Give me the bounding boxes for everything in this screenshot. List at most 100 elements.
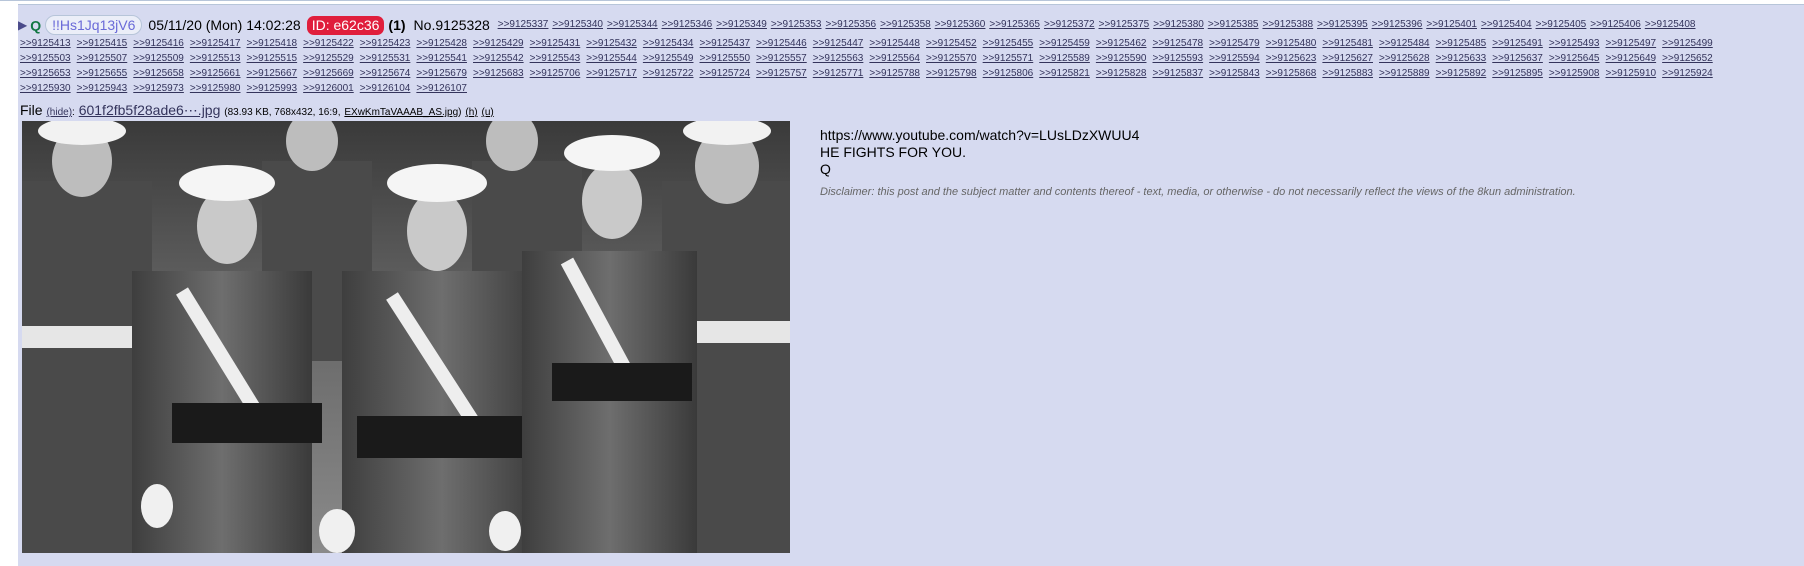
reply-link[interactable]: >>9125868 [1266, 68, 1317, 79]
reply-link[interactable]: >>9125515 [247, 53, 298, 64]
hide-file-link[interactable]: (hide) [46, 107, 72, 118]
reply-link[interactable]: >>9125557 [756, 53, 807, 64]
reply-link[interactable]: >>9125479 [1209, 38, 1260, 49]
reply-link[interactable]: >>9125594 [1209, 53, 1260, 64]
reply-link[interactable]: >>9125788 [869, 68, 920, 79]
reply-link[interactable]: >>9125980 [190, 83, 241, 94]
reply-link[interactable]: >>9125507 [77, 53, 128, 64]
reply-link[interactable]: >>9125485 [1436, 38, 1487, 49]
post-number-link[interactable]: No.9125328 [414, 17, 490, 33]
reply-link[interactable]: >>9125771 [813, 68, 864, 79]
reply-link[interactable]: >>9125353 [771, 19, 822, 30]
reply-link[interactable]: >>9125674 [360, 68, 411, 79]
reply-link[interactable]: >>9125798 [926, 68, 977, 79]
reply-link[interactable]: >>9125446 [756, 38, 807, 49]
reply-link[interactable]: >>9125484 [1379, 38, 1430, 49]
reply-link[interactable]: >>9125337 [498, 19, 549, 30]
reply-link[interactable]: >>9125653 [20, 68, 71, 79]
reply-link[interactable]: >>9125356 [825, 19, 876, 30]
post-image[interactable] [22, 121, 790, 553]
reply-link[interactable]: >>9125349 [716, 19, 767, 30]
reply-link[interactable]: >>9125497 [1606, 38, 1657, 49]
reply-link[interactable]: >>9125340 [552, 19, 603, 30]
reply-link[interactable]: >>9125806 [983, 68, 1034, 79]
reply-link[interactable]: >>9125422 [303, 38, 354, 49]
reply-link[interactable]: >>9125372 [1044, 19, 1095, 30]
reply-link[interactable]: >>9125462 [1096, 38, 1147, 49]
reply-link[interactable]: >>9125564 [869, 53, 920, 64]
reply-link[interactable]: >>9125405 [1536, 19, 1587, 30]
reply-link[interactable]: >>9125892 [1436, 68, 1487, 79]
reply-link[interactable]: >>9125895 [1492, 68, 1543, 79]
reply-link[interactable]: >>9125661 [190, 68, 241, 79]
reply-link[interactable]: >>9125380 [1153, 19, 1204, 30]
reply-link[interactable]: >>9125658 [133, 68, 184, 79]
reply-link[interactable]: >>9125418 [247, 38, 298, 49]
reply-link[interactable]: >>9125344 [607, 19, 658, 30]
reply-link[interactable]: >>9125429 [473, 38, 524, 49]
reply-link[interactable]: >>9125821 [1039, 68, 1090, 79]
reply-link[interactable]: >>9125428 [416, 38, 467, 49]
reply-link[interactable]: >>9125655 [77, 68, 128, 79]
reply-link[interactable]: >>9125388 [1262, 19, 1313, 30]
reply-link[interactable]: >>9125637 [1492, 53, 1543, 64]
reply-link[interactable]: >>9125649 [1606, 53, 1657, 64]
reply-link[interactable]: >>9125571 [983, 53, 1034, 64]
reply-link[interactable]: >>9125843 [1209, 68, 1260, 79]
reply-link[interactable]: >>9125503 [20, 53, 71, 64]
reply-link[interactable]: >>9125541 [416, 53, 467, 64]
reply-link[interactable]: >>9125509 [133, 53, 184, 64]
reply-link[interactable]: >>9125669 [303, 68, 354, 79]
reply-link[interactable]: >>9125529 [303, 53, 354, 64]
poster-id-badge[interactable]: ID: e62c36 [306, 15, 385, 35]
reply-link[interactable]: >>9125406 [1590, 19, 1641, 30]
reply-link[interactable]: >>9125570 [926, 53, 977, 64]
reply-link[interactable]: >>9125589 [1039, 53, 1090, 64]
reply-link[interactable]: >>9125432 [586, 38, 637, 49]
reply-link[interactable]: >>9125404 [1481, 19, 1532, 30]
reply-link[interactable]: >>9125415 [77, 38, 128, 49]
reply-link[interactable]: >>9125645 [1549, 53, 1600, 64]
reply-link[interactable]: >>9125431 [530, 38, 581, 49]
reply-link[interactable]: >>9125480 [1266, 38, 1317, 49]
reply-link[interactable]: >>9125652 [1662, 53, 1713, 64]
reply-link[interactable]: >>9126104 [360, 83, 411, 94]
reply-link[interactable]: >>9125455 [983, 38, 1034, 49]
reply-link[interactable]: >>9125360 [935, 19, 986, 30]
reply-link[interactable]: >>9125413 [20, 38, 71, 49]
post-menu-arrow-icon[interactable]: ▶ [18, 18, 27, 32]
reply-link[interactable]: >>9125593 [1153, 53, 1204, 64]
reply-link[interactable]: >>9125828 [1096, 68, 1147, 79]
reply-link[interactable]: >>9125544 [586, 53, 637, 64]
reply-link[interactable]: >>9125724 [700, 68, 751, 79]
tripcode[interactable]: !!Hs1Jq13jV6 [45, 15, 143, 36]
reply-link[interactable]: >>9125365 [989, 19, 1040, 30]
original-filename-link[interactable]: EXwKmTaVAAAB_AS.jpg [344, 107, 458, 118]
reply-link[interactable]: >>9125499 [1662, 38, 1713, 49]
reply-link[interactable]: >>9125679 [416, 68, 467, 79]
reply-link[interactable]: >>9125543 [530, 53, 581, 64]
image-search-link-u[interactable]: (u) [482, 107, 494, 118]
reply-link[interactable]: >>9125459 [1039, 38, 1090, 49]
reply-link[interactable]: >>9125757 [756, 68, 807, 79]
reply-link[interactable]: >>9125563 [813, 53, 864, 64]
reply-link[interactable]: >>9126107 [416, 83, 467, 94]
reply-link[interactable]: >>9125627 [1322, 53, 1373, 64]
reply-link[interactable]: >>9125448 [869, 38, 920, 49]
reply-link[interactable]: >>9125478 [1153, 38, 1204, 49]
reply-link[interactable]: >>9125930 [20, 83, 71, 94]
reply-link[interactable]: >>9125908 [1549, 68, 1600, 79]
reply-link[interactable]: >>9125542 [473, 53, 524, 64]
reply-link[interactable]: >>9125531 [360, 53, 411, 64]
reply-link[interactable]: >>9125408 [1645, 19, 1696, 30]
reply-link[interactable]: >>9125973 [133, 83, 184, 94]
reply-link[interactable]: >>9125628 [1379, 53, 1430, 64]
reply-link[interactable]: >>9125722 [643, 68, 694, 79]
reply-link[interactable]: >>9125717 [586, 68, 637, 79]
reply-link[interactable]: >>9125706 [530, 68, 581, 79]
reply-link[interactable]: >>9125447 [813, 38, 864, 49]
reply-link[interactable]: >>9125358 [880, 19, 931, 30]
image-search-link-h[interactable]: (h) [465, 107, 477, 118]
reply-link[interactable]: >>9125434 [643, 38, 694, 49]
youtube-link[interactable]: https://www.youtube.com/watch?v=LUsLDzXW… [820, 127, 1576, 144]
